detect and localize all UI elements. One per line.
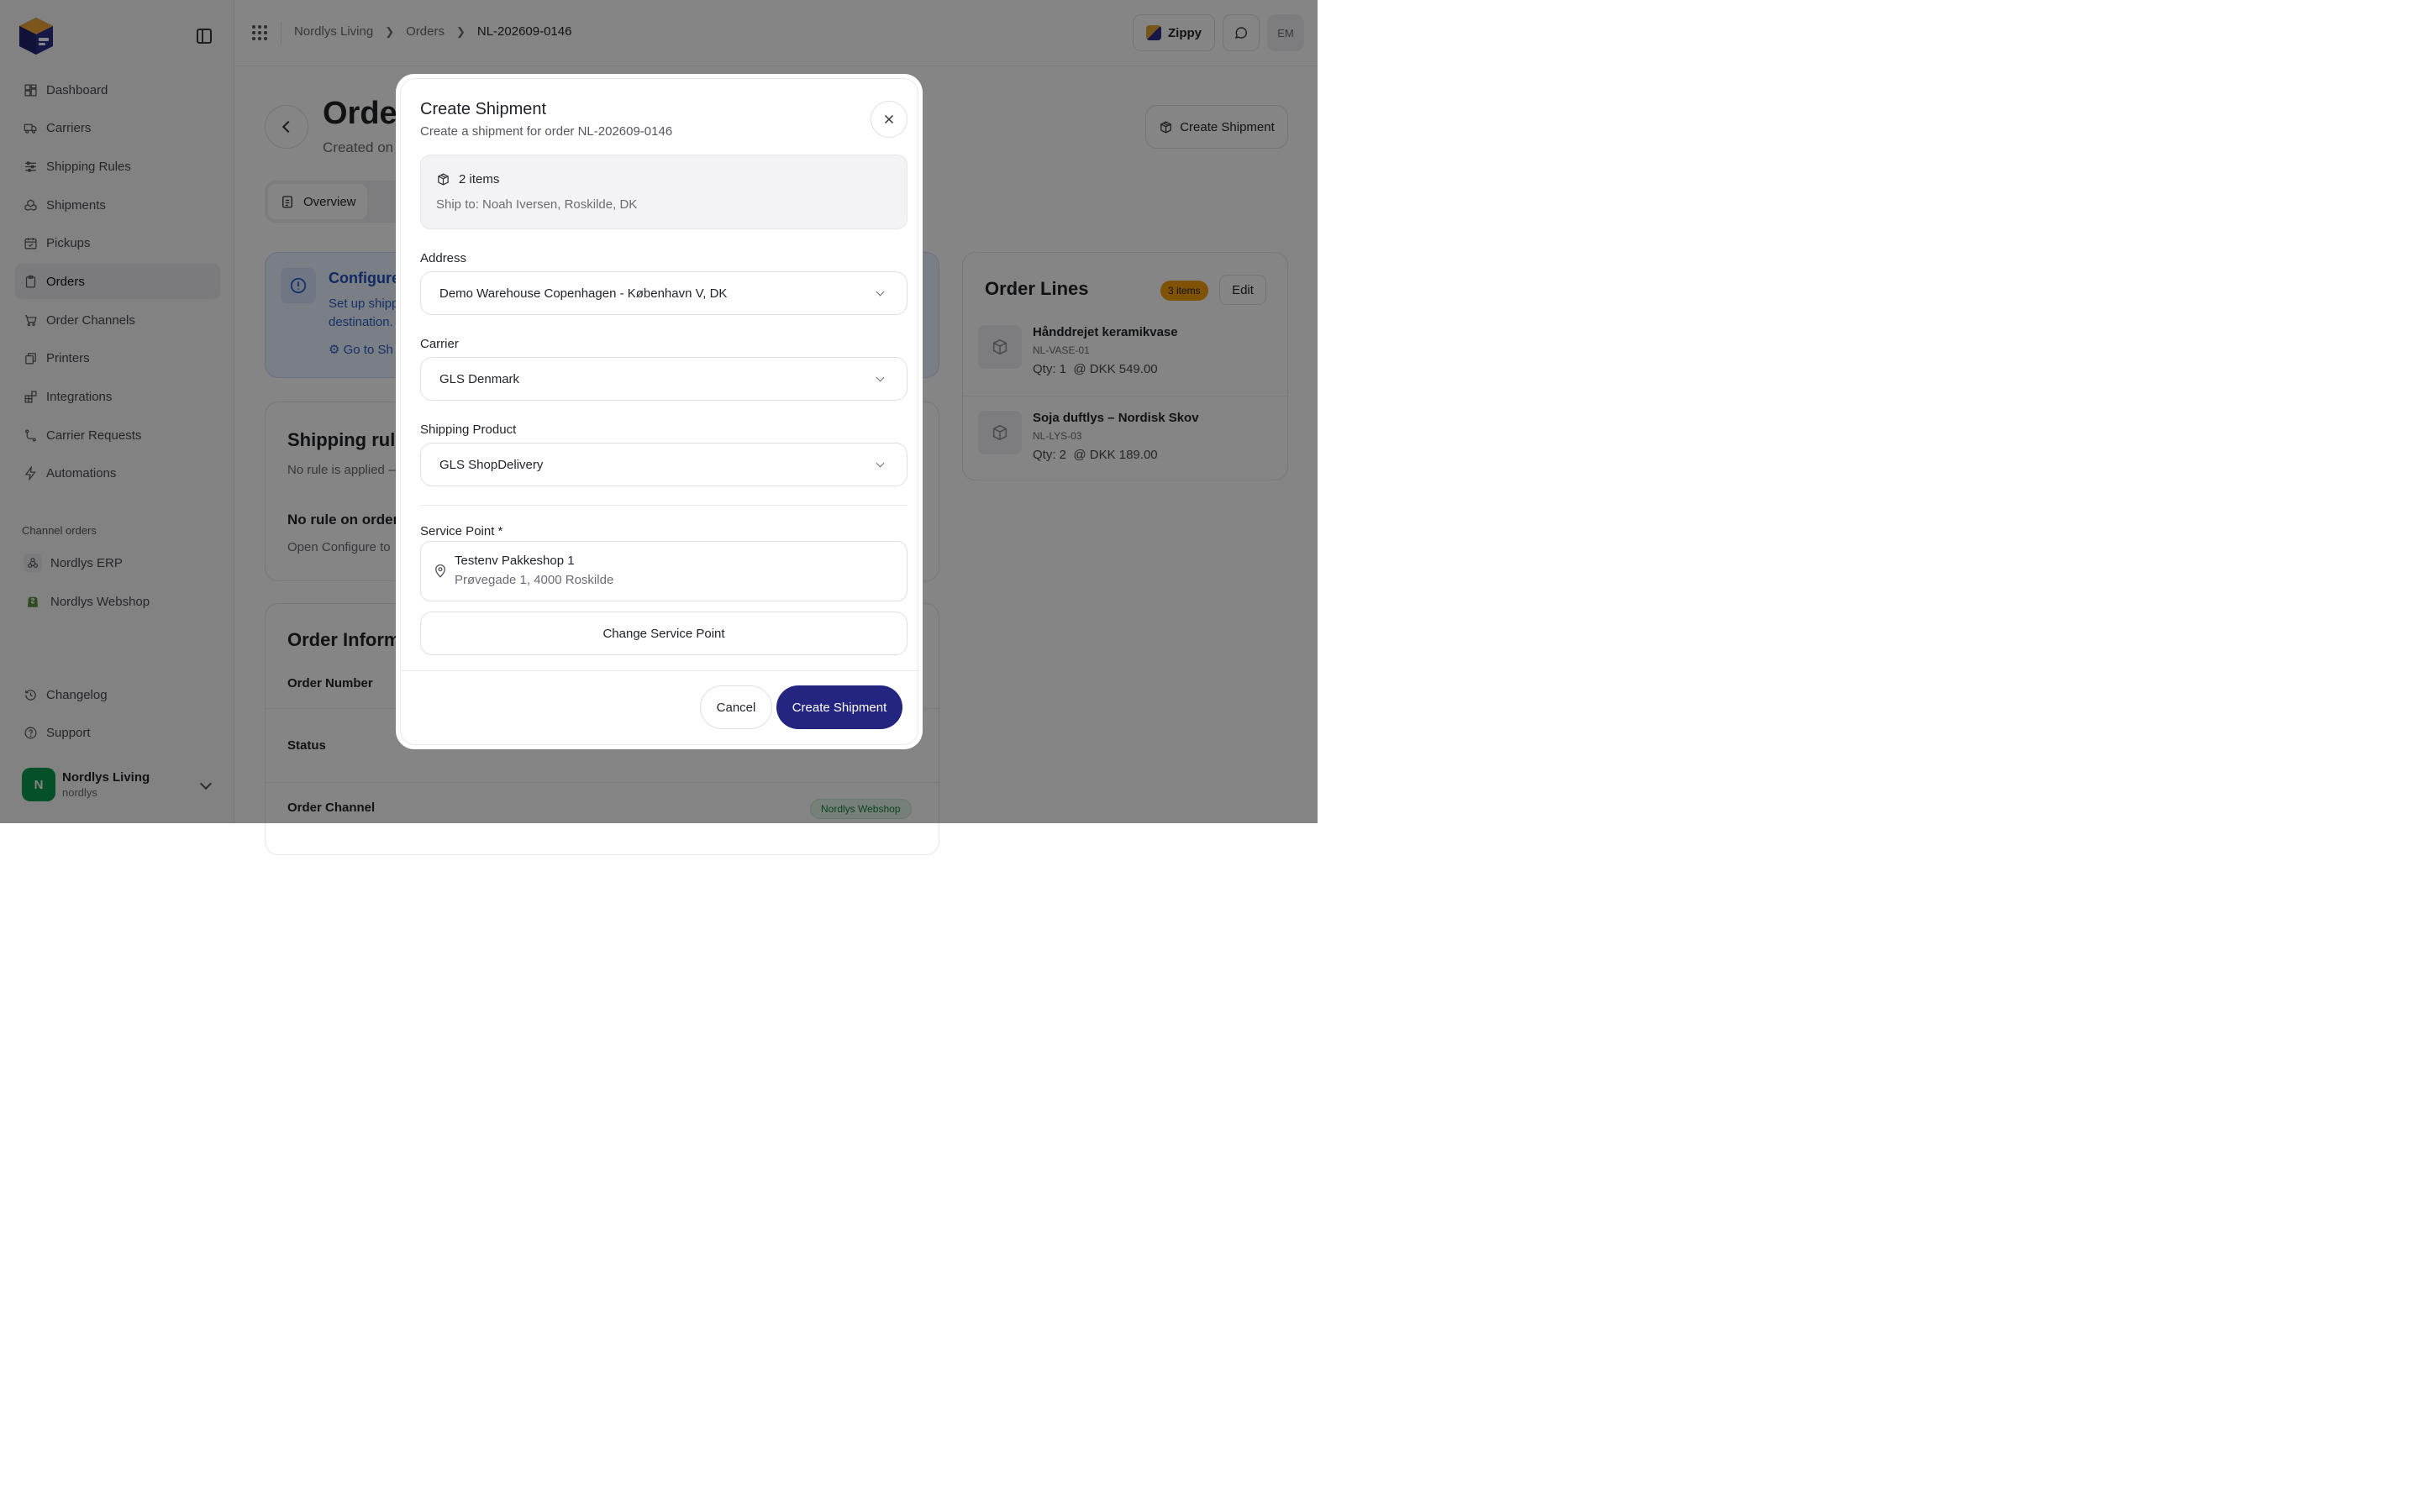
modal-subtitle: Create a shipment for order NL-202609-01…	[420, 124, 673, 139]
address-select[interactable]: Demo Warehouse Copenhagen - København V,…	[420, 271, 908, 315]
close-icon	[884, 114, 894, 124]
create-shipment-button[interactable]: Create Shipment	[776, 685, 902, 729]
shipping-product-select[interactable]: GLS ShopDelivery	[420, 443, 908, 486]
carrier-label: Carrier	[420, 337, 459, 351]
close-button[interactable]	[871, 101, 908, 138]
carrier-value: GLS Denmark	[439, 371, 520, 386]
address-value: Demo Warehouse Copenhagen - København V,…	[439, 286, 728, 301]
summary-items-count: 2 items	[459, 172, 500, 186]
map-pin-icon	[435, 564, 445, 578]
modal-body: Create Shipment Create a shipment for or…	[400, 78, 919, 745]
package-icon	[438, 173, 449, 186]
service-point-name: Testenv Pakkeshop 1	[455, 554, 575, 568]
shipping-product-value: GLS ShopDelivery	[439, 457, 544, 472]
address-label: Address	[420, 251, 467, 265]
chevron-down-icon	[876, 287, 885, 297]
chevron-down-icon	[876, 373, 885, 382]
service-point-card: Testenv Pakkeshop 1 Prøvegade 1, 4000 Ro…	[420, 541, 908, 601]
chevron-down-icon	[876, 459, 885, 468]
create-shipment-modal: Create Shipment Create a shipment for or…	[396, 74, 923, 749]
shipping-product-label: Shipping Product	[420, 423, 517, 437]
service-point-label: Service Point *	[420, 524, 503, 538]
summary-items: 2 items	[436, 172, 499, 186]
modal-footer-divider	[401, 670, 919, 671]
service-point-address: Prøvegade 1, 4000 Roskilde	[455, 573, 614, 587]
app-root: Dashboard Carriers Shipping Rules Shipme…	[0, 0, 1318, 855]
summary-ship-to: Ship to: Noah Iversen, Roskilde, DK	[436, 197, 638, 212]
carrier-select[interactable]: GLS Denmark	[420, 357, 908, 401]
shipment-summary: 2 items Ship to: Noah Iversen, Roskilde,…	[420, 155, 908, 229]
cancel-button[interactable]: Cancel	[700, 685, 772, 729]
change-service-point-button[interactable]: Change Service Point	[420, 612, 908, 655]
modal-divider	[420, 505, 908, 506]
modal-title: Create Shipment	[420, 100, 547, 118]
